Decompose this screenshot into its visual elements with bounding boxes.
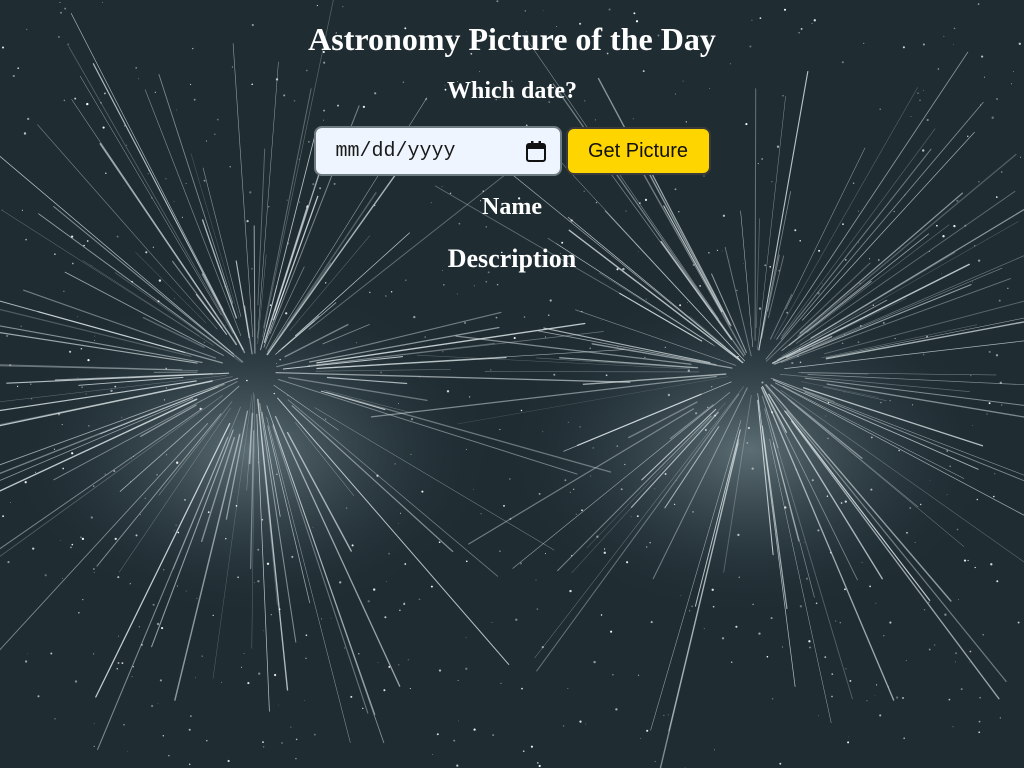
get-picture-button[interactable]: Get Picture [565, 127, 711, 175]
date-prompt: Which date? [446, 78, 577, 104]
picture-name-heading: Name [482, 194, 542, 220]
calendar-icon[interactable] [525, 140, 546, 162]
date-controls: mm/dd/yyyy Get Picture [0, 125, 1024, 177]
page-title: Astronomy Picture of the Day [308, 21, 716, 57]
date-input[interactable]: mm/dd/yyyy [313, 126, 562, 176]
date-input-placeholder: mm/dd/yyyy [335, 139, 456, 163]
picture-description-heading: Description [447, 244, 577, 273]
page-content: Astronomy Picture of the Day Which date?… [0, 0, 1024, 276]
